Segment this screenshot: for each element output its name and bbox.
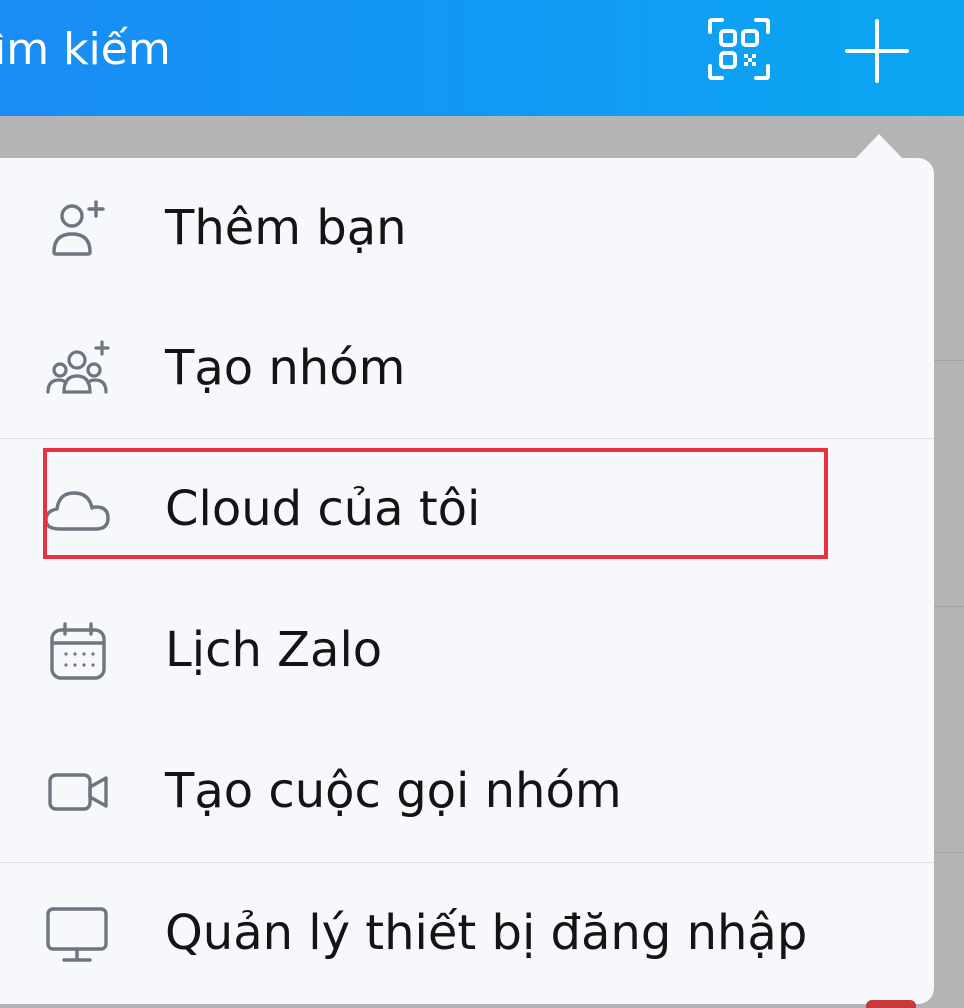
calendar-icon bbox=[50, 622, 106, 680]
menu-item-manage-devices[interactable]: Quản lý thiết bị đăng nhập bbox=[0, 863, 934, 1003]
video-call-icon bbox=[48, 773, 108, 811]
add-button[interactable] bbox=[842, 16, 912, 86]
menu-item-label: Lịch Zalo bbox=[165, 622, 383, 678]
qr-scan-icon bbox=[708, 18, 770, 80]
background-divider bbox=[934, 360, 964, 361]
add-menu-popover: Thêm bạn Tạo nhóm Cloud của tôi Lịch Zal… bbox=[0, 158, 934, 1004]
background-divider bbox=[934, 852, 964, 853]
menu-item-label: Tạo nhóm bbox=[165, 340, 406, 396]
menu-item-zalo-calendar[interactable]: Lịch Zalo bbox=[0, 580, 934, 720]
menu-item-create-group[interactable]: Tạo nhóm bbox=[0, 298, 934, 438]
menu-item-label: Tạo cuộc gọi nhóm bbox=[165, 763, 622, 819]
menu-item-add-friend[interactable]: Thêm bạn bbox=[0, 158, 934, 298]
search-label[interactable]: ìm kiếm bbox=[0, 24, 171, 76]
top-bar: ìm kiếm bbox=[0, 0, 964, 116]
menu-item-label: Quản lý thiết bị đăng nhập bbox=[165, 905, 808, 961]
background-divider bbox=[934, 606, 964, 607]
qr-scan-button[interactable] bbox=[706, 16, 772, 82]
add-friend-icon bbox=[52, 200, 105, 256]
menu-item-label: Thêm bạn bbox=[165, 200, 407, 256]
create-group-icon bbox=[46, 340, 110, 394]
monitor-icon bbox=[46, 907, 108, 962]
menu-pointer bbox=[855, 134, 903, 159]
plus-icon bbox=[845, 19, 909, 83]
notification-badge bbox=[866, 1000, 916, 1008]
menu-item-group-call[interactable]: Tạo cuộc gọi nhóm bbox=[0, 721, 934, 861]
highlight-box bbox=[43, 448, 828, 559]
